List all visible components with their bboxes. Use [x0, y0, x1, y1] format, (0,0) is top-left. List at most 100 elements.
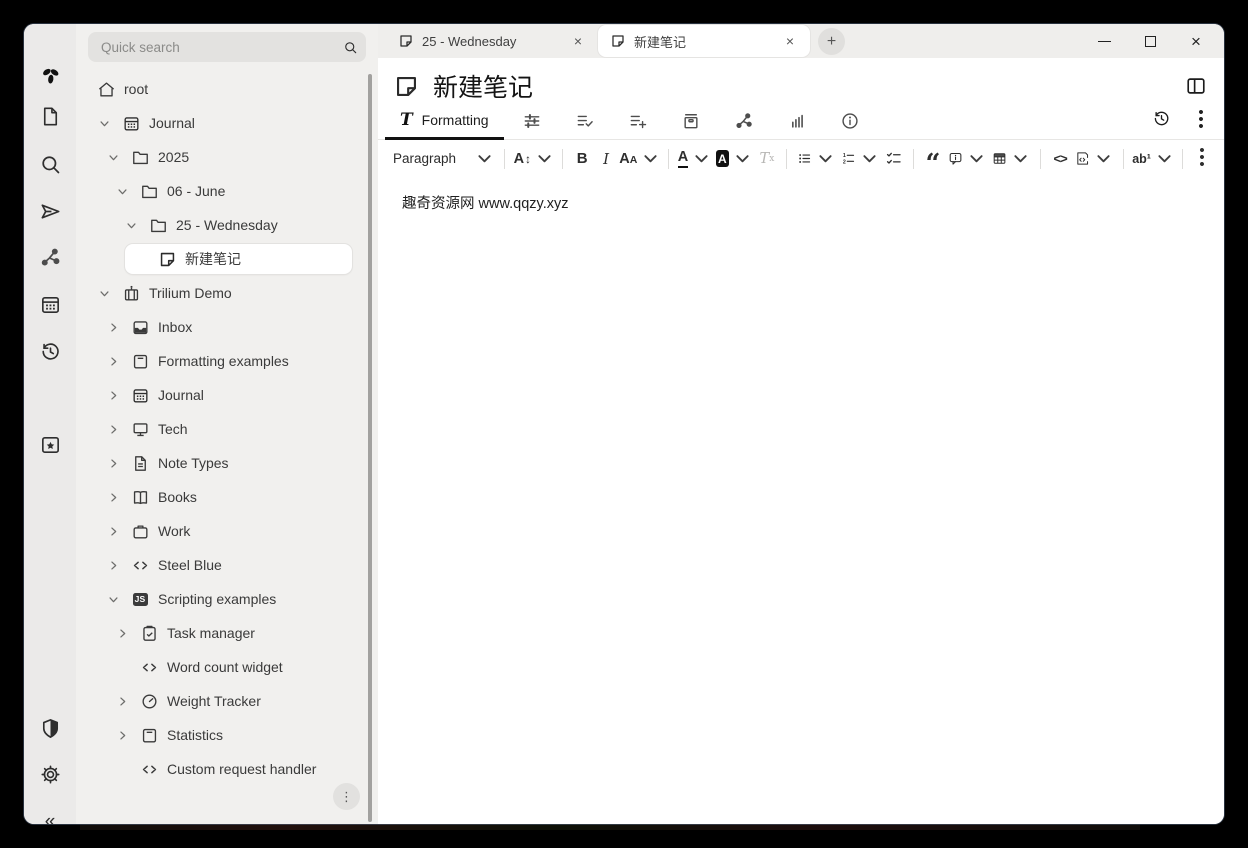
- font-size-dropdown[interactable]: A↕: [512, 145, 555, 173]
- expand-chevron-icon[interactable]: [106, 315, 130, 339]
- font-family-dropdown[interactable]: AA: [618, 145, 661, 173]
- bullet-list-dropdown[interactable]: [794, 145, 838, 173]
- footnote-dropdown[interactable]: ab¹: [1131, 145, 1175, 173]
- minimize-button[interactable]: [1096, 33, 1112, 49]
- tree-item-formatting-examples[interactable]: Formatting examples: [76, 344, 372, 378]
- jump-to-note-icon[interactable]: [33, 194, 67, 228]
- tree-item-trilium-demo[interactable]: Trilium Demo: [76, 276, 372, 310]
- tree-options-button[interactable]: ⋮: [333, 783, 360, 810]
- tab-25-wednesday[interactable]: 25 - Wednesday ×: [386, 25, 598, 57]
- paragraph-style-dropdown[interactable]: Paragraph: [390, 145, 497, 173]
- toolbar-more-icon[interactable]: •••: [1190, 145, 1214, 173]
- tree-item-inbox[interactable]: Inbox: [76, 310, 372, 344]
- collapse-tree-icon[interactable]: «: [33, 804, 67, 824]
- basic-properties-icon[interactable]: [518, 107, 546, 135]
- recent-changes-icon[interactable]: [33, 334, 67, 368]
- settings-gear-icon[interactable]: [33, 757, 67, 791]
- tree-item-word-count-widget[interactable]: Word count widget: [76, 650, 372, 684]
- inherited-attributes-icon[interactable]: [624, 107, 652, 135]
- note-title[interactable]: 新建笔记: [433, 68, 1182, 104]
- tree-item-steel-blue[interactable]: Steel Blue: [76, 548, 372, 582]
- formatting-toolbar: Paragraph A↕ B I AA A: [378, 140, 1224, 177]
- expand-chevron-icon[interactable]: [106, 553, 130, 577]
- expand-chevron-icon[interactable]: [106, 383, 130, 407]
- tab-new-note-active[interactable]: 新建笔记 ×: [598, 25, 810, 57]
- italic-button[interactable]: I: [594, 145, 618, 173]
- admonition-dropdown[interactable]: [945, 145, 989, 173]
- collapse-chevron-icon[interactable]: [115, 179, 139, 203]
- note-more-icon[interactable]: •••: [1193, 110, 1209, 130]
- tree-item-2025[interactable]: 2025: [76, 140, 372, 174]
- toolbar-separator: [786, 149, 787, 169]
- tree-item-tech[interactable]: Tech: [76, 412, 372, 446]
- tab-close-icon[interactable]: ×: [780, 31, 800, 51]
- expand-chevron-icon[interactable]: [106, 485, 130, 509]
- tree-item-custom-request-handler[interactable]: Custom request handler: [76, 752, 372, 786]
- code-block-dropdown[interactable]: [1072, 145, 1116, 173]
- insert-table-dropdown[interactable]: [989, 145, 1033, 173]
- toolbar-separator: [504, 149, 505, 169]
- new-tab-button[interactable]: +: [818, 28, 845, 55]
- book-open-icon: [130, 487, 150, 507]
- calendar-icon[interactable]: [33, 287, 67, 321]
- tree-item-statistics[interactable]: Statistics: [76, 718, 372, 752]
- tree-item-25-wednesday[interactable]: 25 - Wednesday: [76, 208, 372, 242]
- numbered-list-dropdown[interactable]: [838, 145, 882, 173]
- expand-chevron-icon[interactable]: [115, 689, 139, 713]
- note-info-icon[interactable]: [836, 107, 864, 135]
- search-icon[interactable]: [33, 147, 67, 181]
- collapse-chevron-icon[interactable]: [97, 111, 121, 135]
- tree-item-新建笔记[interactable]: 新建笔记: [76, 242, 372, 276]
- tree-item-scripting-examples[interactable]: JSScripting examples: [76, 582, 372, 616]
- tree-item-task-manager[interactable]: Task manager: [76, 616, 372, 650]
- collapse-chevron-icon[interactable]: [124, 213, 148, 237]
- collapse-chevron-icon[interactable]: [97, 281, 121, 305]
- tree-item-journal[interactable]: Journal: [76, 106, 372, 140]
- expand-chevron-icon[interactable]: [115, 723, 139, 747]
- tree-item-root[interactable]: root: [76, 72, 372, 106]
- maximize-button[interactable]: [1142, 33, 1158, 49]
- split-pane-icon[interactable]: [1182, 72, 1210, 100]
- owned-attributes-icon[interactable]: [571, 107, 599, 135]
- note-paths-icon[interactable]: [677, 107, 705, 135]
- tree-scrollbar[interactable]: [368, 74, 372, 822]
- today-icon[interactable]: [33, 427, 67, 461]
- background-color-dropdown[interactable]: A: [713, 145, 755, 173]
- code-icon: [139, 657, 159, 677]
- tree-item-work[interactable]: Work: [76, 514, 372, 548]
- note-editor[interactable]: 趣奇资源网 www.qqzy.xyz: [378, 177, 1224, 824]
- expand-chevron-icon[interactable]: [106, 417, 130, 441]
- inbox-icon: [130, 317, 150, 337]
- quick-search-input[interactable]: [88, 32, 366, 62]
- protected-session-icon[interactable]: [33, 711, 67, 745]
- expand-chevron-icon[interactable]: [106, 349, 130, 373]
- tree-item-journal[interactable]: Journal: [76, 378, 372, 412]
- tree-item-books[interactable]: Books: [76, 480, 372, 514]
- todo-list-button[interactable]: [882, 145, 906, 173]
- bold-button[interactable]: B: [570, 145, 594, 173]
- tree-item-note-types[interactable]: Note Types: [76, 446, 372, 480]
- block-quote-button[interactable]: “: [921, 151, 945, 179]
- tree-item-06-june[interactable]: 06 - June: [76, 174, 372, 208]
- expand-chevron-icon[interactable]: [115, 621, 139, 645]
- calendar-icon: [130, 385, 150, 405]
- tree-item-label: Journal: [158, 387, 204, 403]
- collapse-chevron-icon[interactable]: [106, 587, 130, 611]
- remove-format-button[interactable]: Tx: [755, 145, 779, 173]
- expander-placeholder: [115, 655, 139, 679]
- new-note-icon[interactable]: [33, 99, 67, 133]
- expand-chevron-icon[interactable]: [106, 451, 130, 475]
- note-map-icon[interactable]: [730, 107, 758, 135]
- collapse-chevron-icon[interactable]: [106, 145, 130, 169]
- main-area: 25 - Wednesday × 新建笔记 × + × 新建笔记: [378, 24, 1224, 824]
- note-revisions-icon[interactable]: [1152, 109, 1171, 133]
- similar-notes-icon[interactable]: [783, 107, 811, 135]
- inline-code-button[interactable]: <>: [1048, 145, 1072, 173]
- close-button[interactable]: ×: [1188, 33, 1204, 49]
- tree-item-weight-tracker[interactable]: Weight Tracker: [76, 684, 372, 718]
- ribbon-tab-formatting[interactable]: T Formatting: [385, 103, 504, 140]
- tab-close-icon[interactable]: ×: [568, 31, 588, 51]
- expand-chevron-icon[interactable]: [106, 519, 130, 543]
- note-map-icon[interactable]: [33, 240, 67, 274]
- font-color-dropdown[interactable]: A: [676, 145, 712, 173]
